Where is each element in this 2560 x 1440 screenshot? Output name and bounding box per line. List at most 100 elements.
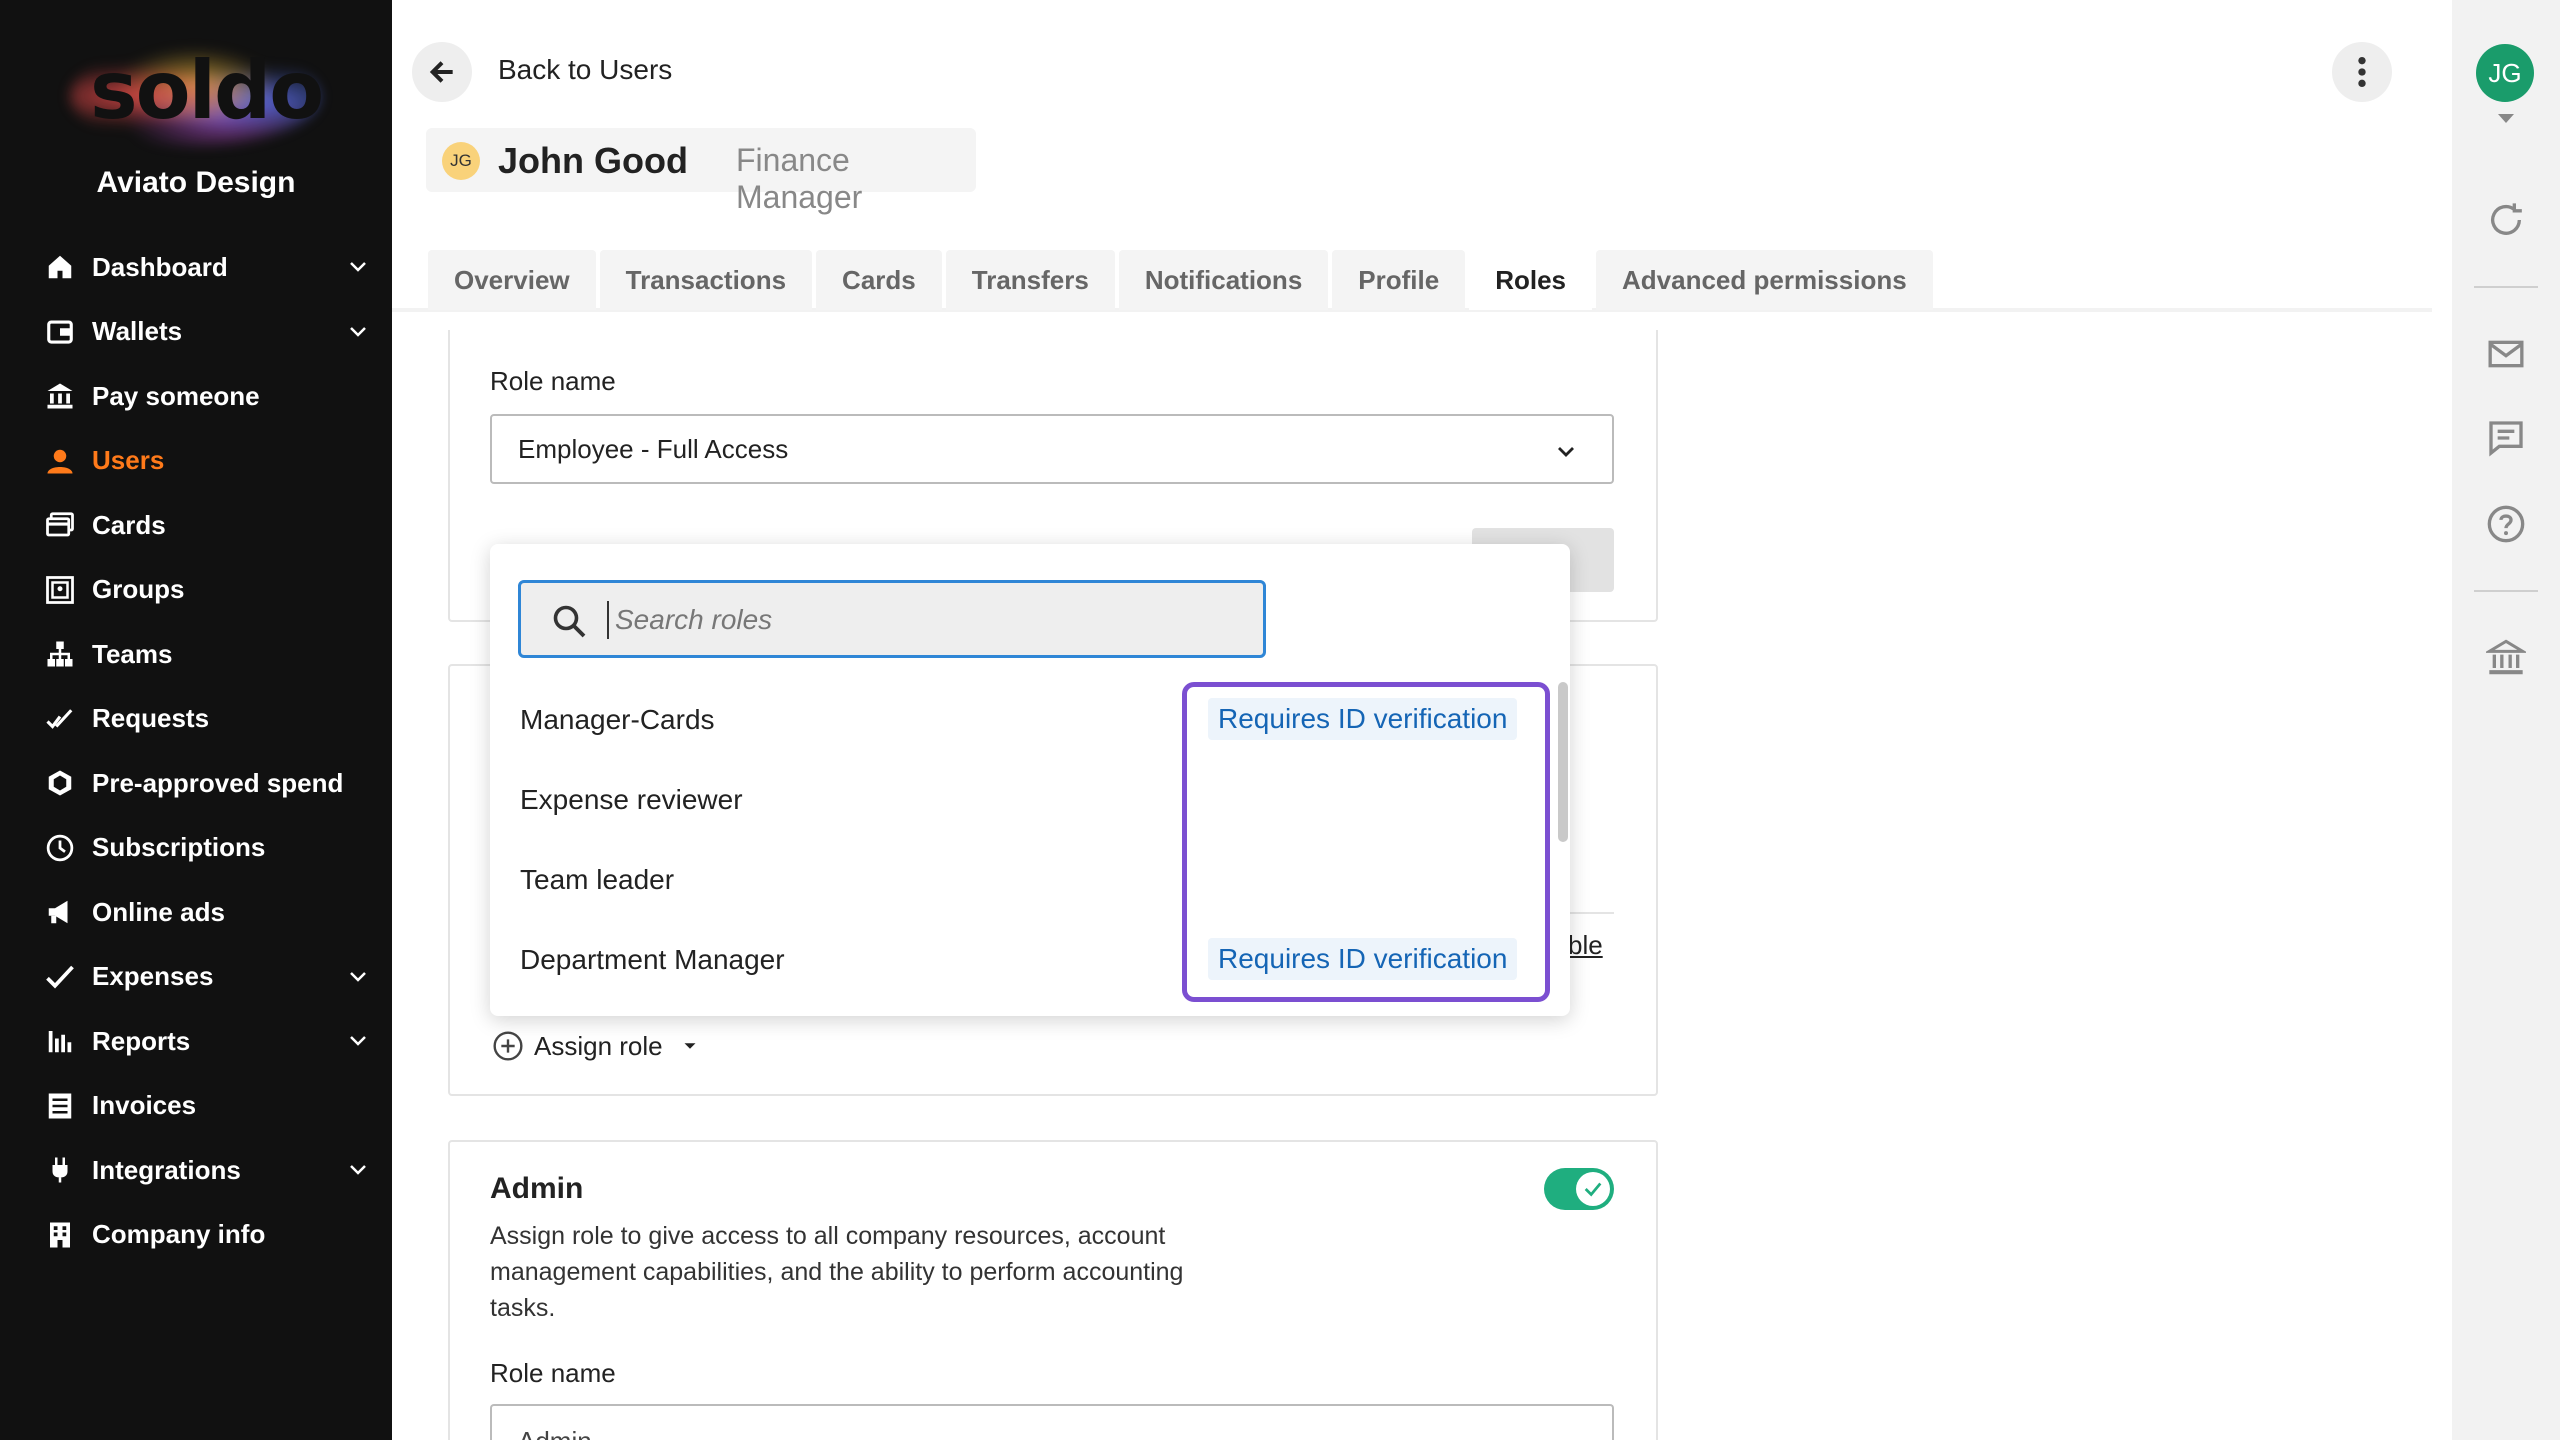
assign-role-button[interactable]: Assign role — [492, 1030, 711, 1062]
sidebar-item-groups[interactable]: Groups — [0, 558, 392, 623]
admin-description: Assign role to give access to all compan… — [490, 1222, 1184, 1322]
search-roles-box[interactable] — [518, 580, 1266, 658]
sidebar-nav: Dashboard Wallets Pay someone Users Card… — [0, 235, 392, 1267]
sidebar-item-requests[interactable]: Requests — [0, 687, 392, 752]
obscured-link[interactable]: ble — [1568, 930, 1603, 961]
user-tabs: Overview Transactions Cards Transfers No… — [428, 250, 1937, 310]
account-avatar[interactable]: JG — [2476, 44, 2534, 102]
sidebar-item-users[interactable]: Users — [0, 429, 392, 494]
chevron-down-icon — [350, 326, 366, 337]
checkmark-icon — [44, 961, 76, 993]
wallet-icon — [44, 316, 76, 348]
cards-icon — [44, 509, 76, 541]
role-name-label: Role name — [490, 366, 616, 396]
back-button[interactable] — [412, 42, 472, 102]
sidebar-item-label: Subscriptions — [92, 832, 266, 863]
user-avatar: JG — [442, 142, 480, 180]
plug-icon — [44, 1154, 76, 1186]
chat-icon[interactable] — [2486, 418, 2526, 458]
role-option-manager-cards[interactable]: Manager-Cards — [520, 704, 715, 736]
sidebar-item-wallets[interactable]: Wallets — [0, 300, 392, 365]
sidebar-item-company-info[interactable]: Company info — [0, 1203, 392, 1268]
search-roles-input[interactable] — [607, 601, 1227, 639]
more-options-button[interactable] — [2332, 42, 2392, 102]
caret-down-icon[interactable] — [2496, 112, 2516, 126]
bank-icon[interactable] — [2486, 638, 2526, 678]
chevron-down-icon — [1558, 447, 1574, 457]
tab-profile[interactable]: Profile — [1332, 250, 1466, 310]
role-select[interactable]: Employee - Full Access — [490, 414, 1614, 484]
bar-chart-icon — [44, 1025, 76, 1057]
caret-down-icon — [684, 1043, 696, 1049]
chevron-down-icon — [350, 1036, 366, 1046]
admin-role-select-value: Admin — [518, 1426, 592, 1440]
tab-advanced-permissions[interactable]: Advanced permissions — [1596, 250, 1933, 310]
sidebar-item-label: Company info — [92, 1219, 266, 1250]
sidebar-item-pay-someone[interactable]: Pay someone — [0, 364, 392, 429]
sidebar-item-expenses[interactable]: Expenses — [0, 945, 392, 1010]
admin-role-name-label: Role name — [490, 1358, 616, 1388]
assign-role-label: Assign role — [534, 1030, 663, 1061]
tab-notifications[interactable]: Notifications — [1118, 250, 1329, 310]
sidebar-item-reports[interactable]: Reports — [0, 1009, 392, 1074]
admin-toggle[interactable] — [1544, 1168, 1614, 1210]
sidebar-item-label: Wallets — [92, 316, 183, 347]
mail-icon[interactable] — [2486, 334, 2526, 374]
building-icon — [44, 1219, 76, 1251]
rail-divider — [2474, 590, 2538, 592]
sidebar-item-invoices[interactable]: Invoices — [0, 1074, 392, 1139]
chevron-down-icon — [350, 971, 366, 982]
hexagon-icon — [44, 767, 76, 799]
sidebar-item-online-ads[interactable]: Online ads — [0, 880, 392, 945]
sidebar-item-label: Expenses — [92, 961, 214, 992]
tab-transactions[interactable]: Transactions — [599, 250, 813, 310]
check-icon — [1584, 1182, 1602, 1197]
sidebar-item-label: Reports — [92, 1025, 191, 1056]
sidebar-item-cards[interactable]: Cards — [0, 493, 392, 558]
sidebar-item-pre-approved-spend[interactable]: Pre-approved spend — [0, 751, 392, 816]
sidebar-item-label: Cards — [92, 509, 166, 540]
org-name[interactable]: Aviato Design — [0, 166, 392, 200]
search-icon — [553, 605, 586, 638]
admin-title: Admin — [490, 1172, 584, 1205]
sidebar-item-dashboard[interactable]: Dashboard — [0, 235, 392, 300]
kebab-menu-icon — [2358, 56, 2366, 88]
role-option-expense-reviewer[interactable]: Expense reviewer — [520, 784, 743, 816]
plus-circle-icon — [493, 1031, 523, 1061]
toggle-knob — [1576, 1172, 1610, 1206]
user-role: Finance Manager — [736, 142, 863, 215]
dropdown-scrollbar[interactable] — [1558, 682, 1568, 842]
clock-icon — [44, 832, 76, 864]
role-option-department-manager[interactable]: Department Manager — [520, 944, 785, 976]
refresh-icon[interactable] — [2486, 200, 2526, 240]
teams-icon — [44, 638, 76, 670]
tab-roles[interactable]: Roles — [1469, 250, 1593, 310]
sidebar-item-label: Pay someone — [92, 380, 260, 411]
sidebar: soldo Aviato Design Dashboard Wallets Pa… — [0, 0, 392, 1440]
sidebar-item-label: Invoices — [92, 1090, 197, 1121]
help-icon[interactable] — [2486, 504, 2526, 544]
chevron-down-icon — [350, 262, 366, 272]
sidebar-item-teams[interactable]: Teams — [0, 622, 392, 687]
sidebar-item-label: Requests — [92, 703, 210, 734]
arrow-left-icon — [429, 61, 453, 83]
user-header: JG John Good Finance Manager — [426, 128, 976, 215]
back-to-users-link[interactable]: Back to Users — [498, 54, 672, 86]
roles-dropdown: Manager-Cards Requires ID verification E… — [490, 544, 1570, 1016]
sidebar-item-integrations[interactable]: Integrations — [0, 1138, 392, 1203]
sidebar-item-subscriptions[interactable]: Subscriptions — [0, 816, 392, 881]
role-option-team-leader[interactable]: Team leader — [520, 864, 674, 896]
sidebar-item-label: Groups — [92, 574, 185, 605]
soldo-logo[interactable]: soldo — [60, 36, 330, 146]
user-name: John Good — [498, 140, 688, 181]
tab-cards[interactable]: Cards — [816, 250, 942, 310]
groups-icon — [44, 574, 76, 606]
tab-overview[interactable]: Overview — [428, 250, 596, 310]
sidebar-item-label: Online ads — [92, 896, 225, 927]
user-icon — [44, 445, 76, 477]
megaphone-icon — [44, 896, 76, 928]
admin-role-select[interactable]: Admin — [490, 1404, 1614, 1440]
sidebar-item-label: Integrations — [92, 1154, 241, 1185]
tab-transfers[interactable]: Transfers — [945, 250, 1115, 310]
sidebar-item-label: Dashboard — [92, 251, 228, 282]
